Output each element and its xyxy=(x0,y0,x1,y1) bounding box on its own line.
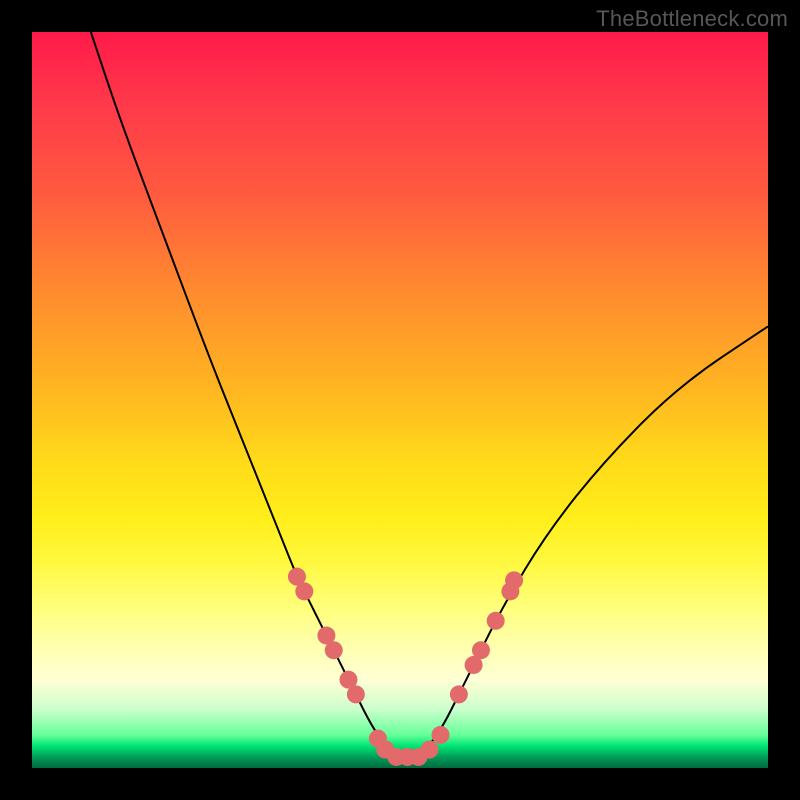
curve-markers xyxy=(288,568,523,766)
chart-frame: TheBottleneck.com xyxy=(0,0,800,800)
curve-marker xyxy=(420,741,438,759)
chart-svg xyxy=(32,32,768,768)
curve-marker xyxy=(431,726,449,744)
curve-marker xyxy=(472,641,490,659)
bottleneck-curve xyxy=(91,32,768,757)
curve-marker xyxy=(295,582,313,600)
curve-marker xyxy=(505,571,523,589)
watermark-text: TheBottleneck.com xyxy=(596,6,788,32)
curve-marker xyxy=(347,685,365,703)
curve-marker xyxy=(325,641,343,659)
curve-marker xyxy=(487,612,505,630)
plot-area xyxy=(32,32,768,768)
curve-marker xyxy=(450,685,468,703)
